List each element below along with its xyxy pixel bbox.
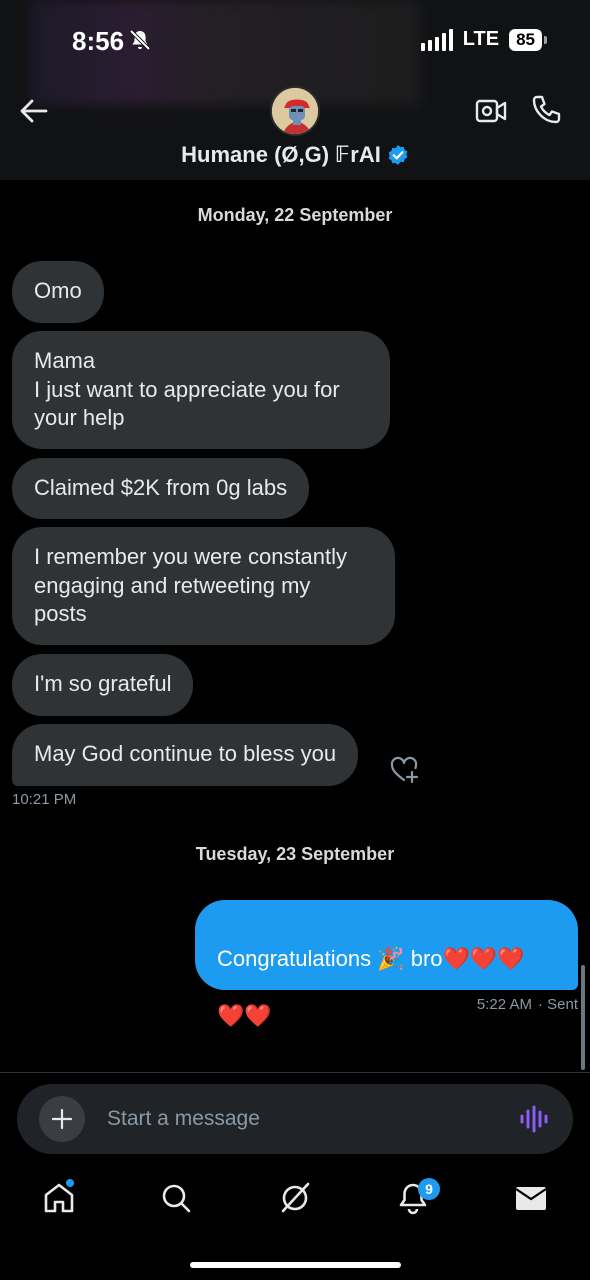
message-input[interactable] <box>107 1084 487 1154</box>
divider <box>0 1072 590 1073</box>
verified-badge-icon <box>388 145 408 165</box>
message-composer <box>17 1084 573 1154</box>
avatar[interactable] <box>270 86 320 136</box>
received-message[interactable]: I'm so grateful <box>12 654 194 716</box>
arrow-left-icon[interactable] <box>18 96 50 126</box>
grok-icon[interactable] <box>277 1180 313 1216</box>
received-message[interactable]: I remember you were constantly engaging … <box>12 527 395 645</box>
message-status: · Sent <box>537 996 578 1013</box>
day-separator: Monday, 22 September <box>197 205 393 225</box>
messages-icon[interactable] <box>513 1180 549 1216</box>
bell-muted-icon <box>129 29 151 51</box>
video-icon[interactable] <box>475 96 507 126</box>
received-message[interactable]: May God continue to bless you <box>12 724 359 786</box>
sent-message[interactable]: Congratulations 🎉 bro❤️❤️❤️ ❤️❤️ <box>195 900 578 1028</box>
chat-name: Humane (Ø,G) 𝔽rAI <box>181 142 381 167</box>
chat-header: 8:56 LTE 85 Humane (Ø,G) 𝔽rAI <box>0 0 590 180</box>
received-message[interactable]: Omo <box>12 261 104 323</box>
phone-icon[interactable] <box>530 94 562 126</box>
sent-message-line: Congratulations 🎉 bro❤️❤️❤️ <box>217 945 525 971</box>
received-message[interactable]: Mama I just want to appreciate you for y… <box>12 331 390 449</box>
status-time: 8:56 <box>72 26 125 56</box>
search-icon[interactable] <box>158 1180 194 1216</box>
avatar-image <box>272 88 318 134</box>
notifications-count-badge: 9 <box>418 1178 440 1200</box>
chat-title[interactable]: Humane (Ø,G) 𝔽rAI <box>0 142 590 168</box>
message-timestamp: 10:21 PM <box>12 791 77 808</box>
message-timestamp: 5:22 AM <box>476 996 532 1013</box>
signal-icon <box>420 28 453 51</box>
network-type: LTE <box>462 28 500 50</box>
home-unread-dot <box>66 1179 74 1187</box>
battery-level: 85 <box>509 28 547 51</box>
scrollbar[interactable] <box>581 965 585 1070</box>
message-meta: 5:22 AM · Sent <box>477 996 578 1013</box>
home-indicator[interactable] <box>190 1262 401 1268</box>
heart-plus-icon[interactable] <box>390 756 420 784</box>
voice-message-icon[interactable] <box>519 1104 551 1134</box>
status-indicators: LTE 85 <box>420 28 547 51</box>
received-message[interactable]: Claimed $2K from 0g labs <box>12 458 310 519</box>
day-separator: Tuesday, 23 September <box>195 844 395 864</box>
plus-icon <box>51 1108 73 1130</box>
add-media-button[interactable] <box>39 1096 85 1142</box>
